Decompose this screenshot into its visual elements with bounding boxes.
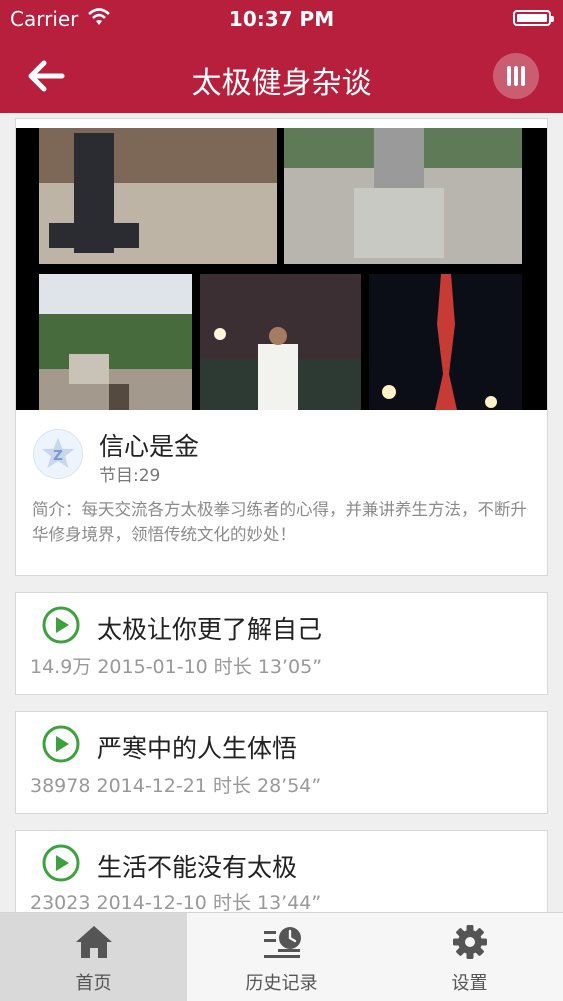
episode-meta: 38978 2014-12-21 时长 28’54”: [30, 775, 322, 797]
album-avatar: Z: [33, 429, 83, 479]
tab-bar: 首页 历史记录 设置: [0, 912, 563, 1001]
episode-title[interactable]: 生活不能没有太极: [97, 848, 297, 884]
top-bar: Carrier 10:37 PM 太极健身杂谈: [0, 0, 563, 113]
play-icon[interactable]: [42, 844, 80, 882]
photo-canton-tower[interactable]: [369, 274, 522, 410]
tab-label: 设置: [451, 973, 488, 994]
photo-gallery[interactable]: [16, 128, 547, 410]
history-icon: [264, 927, 301, 958]
photo-great-wall-1[interactable]: [39, 128, 277, 264]
tab-label: 历史记录: [245, 973, 318, 994]
status-bar: Carrier 10:37 PM: [0, 0, 563, 38]
home-icon: [76, 926, 112, 958]
album-episode-count: 节目:29: [99, 466, 161, 486]
photo-night-taichi[interactable]: [200, 274, 361, 410]
episode-meta: 23023 2014-12-10 时长 13’44”: [30, 892, 322, 914]
photo-ruins[interactable]: [39, 274, 192, 410]
tab-home[interactable]: 首页: [0, 913, 187, 1001]
episode-meta: 14.9万 2015-01-10 时长 13’05”: [30, 656, 323, 678]
episode-title[interactable]: 严寒中的人生体悟: [97, 729, 297, 765]
photo-great-wall-2[interactable]: [284, 128, 522, 264]
page-title: 太极健身杂谈: [191, 66, 372, 101]
tab-settings[interactable]: 设置: [376, 913, 563, 1001]
status-time: 10:37 PM: [228, 7, 335, 31]
play-icon[interactable]: [42, 725, 80, 763]
tab-label: 首页: [75, 973, 112, 994]
album-title: 信心是金: [99, 432, 200, 461]
bars-menu-icon[interactable]: [493, 53, 539, 99]
album-description: 简介：每天交流各方太极拳习练者的心得，并兼讲养生方法，不断升华修身境界，领悟传统…: [32, 500, 527, 544]
battery-icon: [513, 10, 554, 26]
play-icon[interactable]: [42, 606, 80, 644]
tab-history[interactable]: 历史记录: [188, 913, 375, 1001]
episode-title[interactable]: 太极让你更了解自己: [97, 610, 322, 646]
svg-text:Z: Z: [53, 449, 63, 464]
settings-gear-icon: [453, 925, 487, 959]
